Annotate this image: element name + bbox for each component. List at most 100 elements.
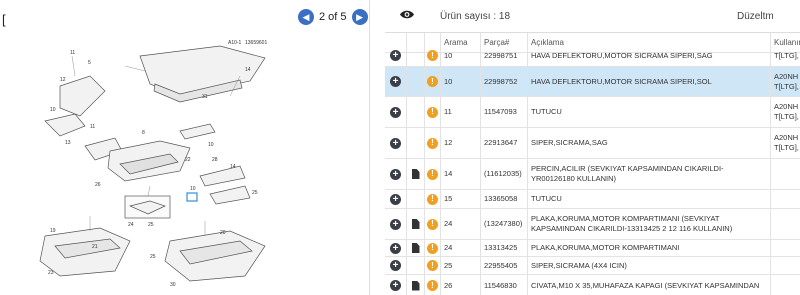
parts-diagram[interactable]: 11 5 12 A10-1 13659601 14 31 10 11 26 13…: [30, 36, 330, 291]
warning-cell: !: [425, 67, 441, 96]
callout: 31: [202, 94, 208, 100]
table-row[interactable]: +! 10 22998752 HAVA DEFLEKTORU,MOTOR SICRAM…: [385, 67, 800, 97]
warning-cell: !: [425, 128, 441, 158]
warning-icon[interactable]: !: [427, 242, 438, 254]
plus-circle-icon[interactable]: +: [390, 193, 401, 205]
callout: 20: [220, 230, 226, 236]
warning-cell: !: [425, 190, 441, 208]
cell-kullanim: T[LTG],: [774, 50, 799, 60]
doc-cell: [407, 257, 425, 274]
plus-circle-icon[interactable]: +: [390, 218, 401, 230]
chevron-left-icon[interactable]: ◀: [298, 9, 314, 25]
expand-cell[interactable]: +: [385, 97, 407, 127]
callout: 30: [170, 282, 176, 288]
doc-cell: [407, 97, 425, 127]
expand-cell[interactable]: +: [385, 257, 407, 274]
cell-parca: 13365058: [481, 190, 528, 208]
edit-link[interactable]: Düzeltm: [737, 11, 774, 22]
document-icon[interactable]: [411, 219, 420, 229]
doc-cell: [407, 275, 425, 295]
table-row[interactable]: +! 11 11547093 TUTUCU A20NH T[LTG],: [385, 97, 800, 128]
table-row[interactable]: +! 24 13313425 PLAKA,KORUMA,MOTOR KOMPARTIM…: [385, 240, 800, 257]
expand-cell[interactable]: +: [385, 209, 407, 239]
table-row[interactable]: +! 12 22913647 SIPER,SICRAMA,SAG A20NH T[LTG]…: [385, 128, 800, 159]
cell-kullanim: [771, 257, 800, 274]
warning-icon[interactable]: !: [427, 260, 438, 271]
callout: 24: [128, 222, 134, 228]
doc-cell: [407, 159, 425, 189]
cell-aciklama: PLAKA,KORUMA,MOTOR KOMPARTIMANI (SEVKIYA…: [528, 209, 771, 239]
table-row[interactable]: +! 10 22998751 HAVA DEFLEKTORU,MOTOR SICRAM…: [385, 45, 800, 67]
expand-cell[interactable]: +: [385, 159, 407, 189]
plus-circle-icon[interactable]: +: [390, 168, 401, 180]
cell-parca: 11547093: [481, 97, 528, 127]
doc-cell: [407, 240, 425, 256]
callout: 11: [70, 50, 75, 56]
chevron-right-icon[interactable]: ▶: [351, 9, 368, 25]
callout: 13659601: [245, 40, 267, 46]
table-row[interactable]: +! 26 11546830 CIVATA,M10 X 35,MUHAFAZA KAP…: [385, 275, 800, 295]
callout: 28: [212, 157, 218, 163]
cell-kullanim: [771, 240, 800, 256]
table-row[interactable]: +! 14 (11612035) PERCIN,ACILIR (SEVKIYAT KA…: [385, 159, 800, 190]
warning-icon[interactable]: !: [427, 76, 438, 87]
cell-aciklama: TUTUCU: [528, 97, 771, 127]
doc-cell: [407, 128, 425, 158]
expand-cell[interactable]: +: [385, 275, 407, 295]
cell-arama: 25: [441, 257, 481, 274]
document-icon[interactable]: [411, 169, 420, 179]
cell-parca: 22998751: [481, 45, 528, 66]
warning-icon[interactable]: !: [427, 193, 438, 205]
warning-cell: !: [425, 209, 441, 239]
cell-arama: 26: [441, 275, 481, 295]
callout: 25: [150, 254, 156, 260]
warning-icon[interactable]: !: [427, 137, 438, 149]
expand-cell[interactable]: +: [385, 190, 407, 208]
document-icon[interactable]: [411, 243, 420, 253]
cell-aciklama: HAVA DEFLEKTORU,MOTOR SICRAMA SIPERI,SOL: [528, 67, 771, 96]
warning-icon[interactable]: !: [427, 106, 438, 118]
expand-cell[interactable]: +: [385, 240, 407, 256]
cell-parca: (11612035): [481, 159, 528, 189]
table-row[interactable]: +! 15 13365058 TUTUCU: [385, 190, 800, 209]
plus-circle-icon[interactable]: +: [390, 260, 401, 271]
warning-icon[interactable]: !: [427, 280, 438, 291]
warning-icon[interactable]: !: [427, 50, 438, 61]
callout: 21: [92, 244, 98, 250]
expand-cell[interactable]: +: [385, 45, 407, 66]
warning-icon[interactable]: !: [427, 218, 438, 230]
plus-circle-icon[interactable]: +: [390, 137, 401, 149]
document-icon[interactable]: [411, 280, 420, 291]
callout: A10-1: [228, 40, 242, 46]
table-row[interactable]: +! 25 22955405 SIPER,SICRAMA (4X4 ICIN): [385, 257, 800, 275]
expand-cell[interactable]: +: [385, 67, 407, 96]
cell-kullanim: A20NH T[LTG],: [774, 102, 799, 121]
warning-icon[interactable]: !: [427, 168, 438, 180]
eye-icon[interactable]: [399, 9, 415, 20]
list-toolbar: Ürün sayısı : 18 Düzeltm: [385, 0, 800, 33]
callout: 26: [95, 182, 101, 188]
cell-aciklama: PERCIN,ACILIR (SEVKIYAT KAPSAMINDAN CIKA…: [528, 159, 771, 189]
product-count: Ürün sayısı : 18: [440, 11, 511, 22]
plus-circle-icon[interactable]: +: [390, 280, 401, 291]
doc-cell: [407, 209, 425, 239]
callout: 19: [50, 228, 56, 234]
callout: 11: [90, 124, 95, 130]
pager-text: 2 of 5: [319, 11, 347, 23]
callout: 12: [60, 77, 66, 83]
expand-cell[interactable]: +: [385, 128, 407, 158]
table-row[interactable]: +! 24 (13247380) PLAKA,KORUMA,MOTOR KOMPART…: [385, 209, 800, 240]
plus-circle-icon[interactable]: +: [390, 50, 401, 61]
cell-kullanim: [771, 275, 800, 295]
parts-list-panel: Ürün sayısı : 18 Düzeltm Arama Parça# Aç…: [385, 0, 800, 295]
plus-circle-icon[interactable]: +: [390, 76, 401, 87]
callout: 25: [252, 190, 258, 196]
plus-circle-icon[interactable]: +: [390, 106, 401, 118]
cell-aciklama: CIVATA,M10 X 35,MUHAFAZA KAPAGI (SEVKIYA…: [528, 275, 771, 295]
callout: 5: [88, 60, 91, 66]
callout: 13: [65, 140, 71, 146]
warning-cell: !: [425, 97, 441, 127]
cell-kullanim: A20NH T[LTG],: [774, 71, 799, 91]
plus-circle-icon[interactable]: +: [390, 242, 401, 254]
panel-bracket: [: [2, 12, 6, 27]
